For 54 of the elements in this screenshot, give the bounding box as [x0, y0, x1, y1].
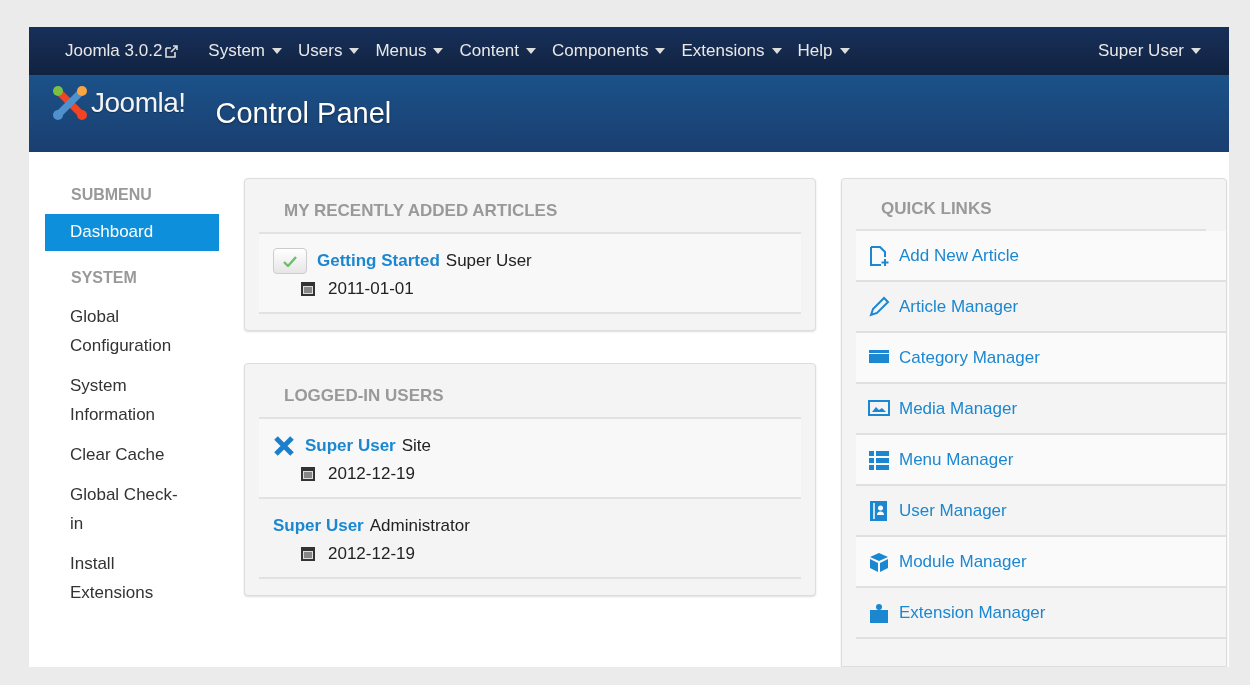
item-date: 2011-01-01	[328, 279, 414, 299]
user-menu[interactable]: Super User	[1098, 41, 1201, 61]
sidebar-item[interactable]: Global Check-in	[45, 475, 188, 544]
caret-icon	[272, 48, 283, 54]
quick-link[interactable]: Add New Article	[856, 231, 1226, 282]
menu-dropdown[interactable]: Content	[459, 41, 536, 61]
item-link[interactable]: Getting Started	[317, 251, 440, 271]
new-document-icon	[868, 244, 890, 267]
cube-icon	[868, 550, 890, 573]
published-toggle[interactable]	[273, 248, 307, 274]
caret-icon	[1191, 48, 1201, 54]
item-detail: Super User	[445, 251, 532, 271]
calendar-icon	[300, 546, 316, 562]
sidebar-heading: SUBMENU	[71, 186, 153, 204]
quick-link[interactable]: Extension Manager	[856, 588, 1226, 639]
quick-link[interactable]: Module Manager	[856, 537, 1226, 588]
menu-dropdown[interactable]: Users	[298, 41, 360, 61]
sidebar-item[interactable]: Clear Cache	[45, 435, 188, 475]
sidebar-item[interactable]: Install Extensions	[45, 544, 188, 613]
checkmark-icon	[283, 255, 297, 267]
item-date: 2012-12-19	[328, 464, 415, 484]
joomla-logo: Joomla!	[51, 83, 186, 122]
caret-icon	[771, 48, 782, 54]
item-date: 2012-12-19	[328, 544, 415, 564]
item-link[interactable]: Super User	[273, 516, 364, 536]
quick-link[interactable]: Menu Manager	[856, 435, 1226, 486]
sidebar-heading: SYSTEM	[71, 269, 138, 287]
menu-dropdown[interactable]: Help	[797, 41, 850, 61]
caret-icon	[526, 48, 536, 54]
address-book-icon	[868, 499, 890, 522]
caret-icon	[655, 48, 666, 54]
menu-dropdown[interactable]: Components	[552, 41, 666, 61]
close-icon[interactable]	[273, 435, 295, 457]
puzzle-icon	[868, 601, 890, 624]
calendar-icon	[300, 466, 316, 482]
menu-dropdown[interactable]: Extensions	[681, 41, 782, 61]
page-title: Control Panel	[215, 97, 392, 130]
external-link-icon	[165, 44, 179, 58]
quick-link[interactable]: Category Manager	[856, 333, 1226, 384]
caret-icon	[433, 48, 444, 54]
item-detail: Administrator	[369, 516, 470, 536]
calendar-icon	[300, 281, 316, 297]
caret-icon	[839, 48, 850, 54]
version-link[interactable]: Joomla 3.0.2	[65, 41, 179, 61]
sidebar-item[interactable]: System Information	[45, 366, 188, 435]
caret-icon	[349, 48, 360, 54]
sidebar-item[interactable]: Dashboard	[45, 214, 219, 251]
menu-dropdown[interactable]: System	[208, 41, 283, 61]
item-link[interactable]: Super User	[305, 436, 396, 456]
pencil-icon	[868, 295, 890, 318]
list-icon	[868, 448, 890, 471]
item-detail: Site	[401, 436, 431, 456]
menu-dropdown[interactable]: Menus	[375, 41, 444, 61]
sidebar-item[interactable]: Global Configuration	[45, 297, 188, 366]
